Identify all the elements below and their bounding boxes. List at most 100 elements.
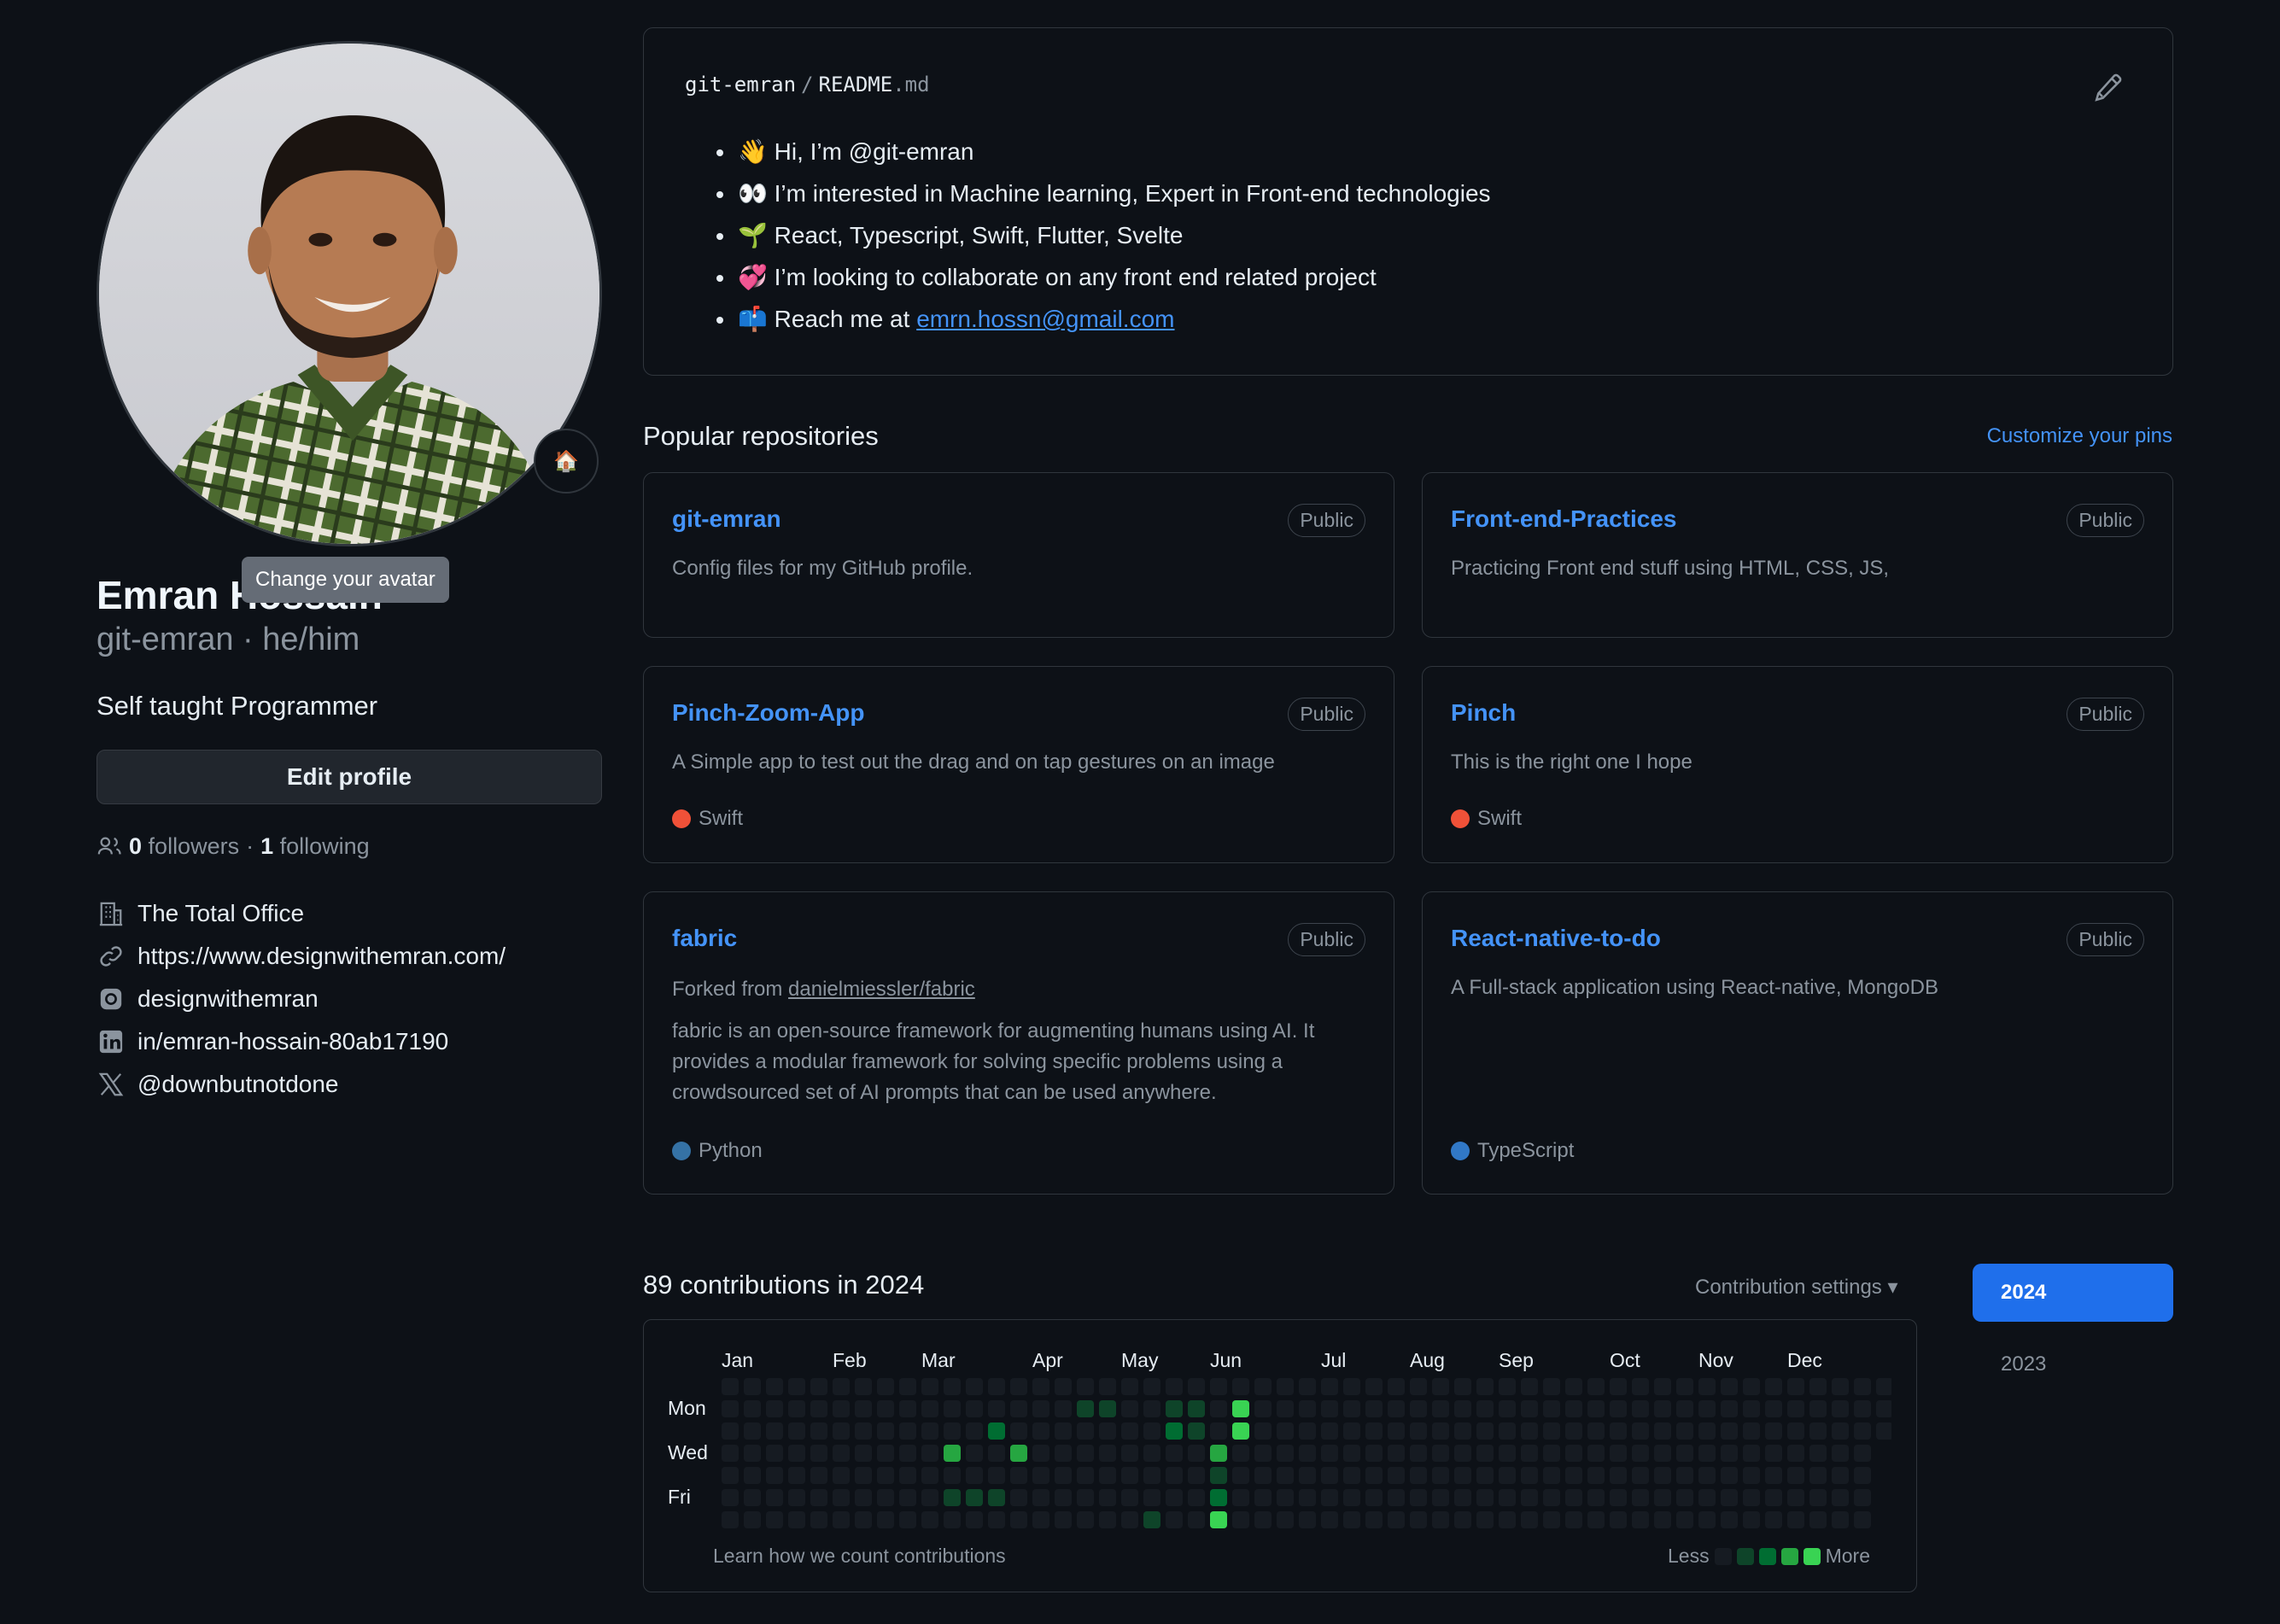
contribution-cell[interactable] [1809,1511,1827,1528]
contribution-cell[interactable] [1188,1511,1205,1528]
contribution-cell[interactable] [1210,1511,1227,1528]
contribution-cell[interactable] [1143,1467,1160,1484]
contribution-cell[interactable] [877,1511,894,1528]
contribution-cell[interactable] [1343,1511,1360,1528]
contribution-cell[interactable] [1032,1445,1049,1462]
contribution-cell[interactable] [1521,1445,1538,1462]
contribution-cell[interactable] [1099,1467,1116,1484]
contribution-cell[interactable] [1143,1511,1160,1528]
contribution-cell[interactable] [1188,1400,1205,1417]
contribution-cell[interactable] [1432,1489,1449,1506]
contribution-cell[interactable] [1698,1511,1716,1528]
contribution-cell[interactable] [1277,1378,1294,1395]
forked-from-link[interactable]: danielmiessler/fabric [788,978,975,1001]
contribution-cell[interactable] [744,1489,761,1506]
contribution-cell[interactable] [1232,1378,1249,1395]
contribution-cell[interactable] [744,1422,761,1440]
contribution-cell[interactable] [1587,1378,1605,1395]
contribution-cell[interactable] [1188,1422,1205,1440]
contribution-cell[interactable] [1077,1378,1094,1395]
contribution-cell[interactable] [1787,1445,1804,1462]
contribution-cell[interactable] [1832,1467,1849,1484]
contribution-cell[interactable] [1210,1422,1227,1440]
contribution-cell[interactable] [1521,1400,1538,1417]
contribution-cell[interactable] [988,1400,1005,1417]
contribution-cell[interactable] [766,1378,783,1395]
contribution-cell[interactable] [1521,1467,1538,1484]
contribution-cell[interactable] [1099,1400,1116,1417]
contribution-cell[interactable] [1166,1467,1183,1484]
contribution-cell[interactable] [1832,1489,1849,1506]
contribution-cell[interactable] [1365,1378,1383,1395]
contribution-cell[interactable] [1254,1445,1272,1462]
contribution-cell[interactable] [1854,1489,1871,1506]
contribution-cell[interactable] [1010,1489,1027,1506]
contribution-cell[interactable] [1721,1467,1738,1484]
contribution-cell[interactable] [1721,1511,1738,1528]
contribution-cell[interactable] [1365,1467,1383,1484]
contribution-cell[interactable] [1010,1445,1027,1462]
contribution-cell[interactable] [1143,1445,1160,1462]
contribution-cell[interactable] [1388,1400,1405,1417]
contribution-cell[interactable] [1654,1467,1671,1484]
contribution-cell[interactable] [1765,1467,1782,1484]
contribution-cell[interactable] [988,1467,1005,1484]
contribution-cell[interactable] [921,1378,938,1395]
contribution-cell[interactable] [722,1467,739,1484]
contribution-cell[interactable] [1698,1445,1716,1462]
contribution-cell[interactable] [1254,1378,1272,1395]
contribution-cell[interactable] [1610,1467,1627,1484]
contribution-cell[interactable] [1632,1511,1649,1528]
contribution-cell[interactable] [1099,1489,1116,1506]
contribution-cell[interactable] [921,1511,938,1528]
contribution-cell[interactable] [1543,1400,1560,1417]
instagram-link[interactable]: designwithemran [137,985,319,1013]
contribution-cell[interactable] [788,1467,805,1484]
edit-profile-button[interactable]: Edit profile [96,749,602,804]
contribution-cell[interactable] [1743,1445,1760,1462]
contribution-cell[interactable] [1299,1511,1316,1528]
contribution-cell[interactable] [1787,1400,1804,1417]
contribution-cell[interactable] [1587,1445,1605,1462]
contribution-cell[interactable] [1388,1467,1405,1484]
contribution-cell[interactable] [1809,1400,1827,1417]
contribution-cell[interactable] [1055,1400,1072,1417]
contribution-cell[interactable] [1166,1378,1183,1395]
contribution-cell[interactable] [1587,1467,1605,1484]
repo-name-link[interactable]: fabric [672,925,737,952]
contribution-cell[interactable] [1277,1400,1294,1417]
contribution-cell[interactable] [1321,1400,1338,1417]
contribution-cell[interactable] [1499,1445,1516,1462]
contribution-cell[interactable] [1210,1467,1227,1484]
contribution-cell[interactable] [1254,1511,1272,1528]
contribution-cell[interactable] [1055,1378,1072,1395]
repo-name-link[interactable]: React-native-to-do [1451,925,1661,952]
contribution-cell[interactable] [1032,1422,1049,1440]
contribution-cell[interactable] [1121,1489,1138,1506]
contribution-cell[interactable] [1765,1400,1782,1417]
contribution-cell[interactable] [1188,1378,1205,1395]
contribution-cell[interactable] [1143,1422,1160,1440]
contribution-cell[interactable] [1743,1422,1760,1440]
contribution-cell[interactable] [766,1445,783,1462]
contribution-cell[interactable] [1410,1422,1427,1440]
contribution-cell[interactable] [744,1511,761,1528]
contribution-cell[interactable] [921,1467,938,1484]
contribution-cell[interactable] [1632,1400,1649,1417]
contribution-cell[interactable] [1721,1422,1738,1440]
set-status-button[interactable]: 🏠 [534,429,599,494]
contribution-cell[interactable] [744,1445,761,1462]
contribution-cell[interactable] [1277,1422,1294,1440]
contribution-cell[interactable] [1565,1467,1582,1484]
contribution-cell[interactable] [988,1378,1005,1395]
repo-name-link[interactable]: git-emran [672,505,781,533]
contribution-cell[interactable] [1121,1400,1138,1417]
contribution-cell[interactable] [810,1445,827,1462]
contribution-cell[interactable] [921,1422,938,1440]
contribution-cell[interactable] [966,1511,983,1528]
contribution-cell[interactable] [899,1378,916,1395]
contribution-cell[interactable] [1565,1445,1582,1462]
contribution-cell[interactable] [855,1422,872,1440]
contribution-cell[interactable] [1809,1378,1827,1395]
contribution-cell[interactable] [1499,1489,1516,1506]
